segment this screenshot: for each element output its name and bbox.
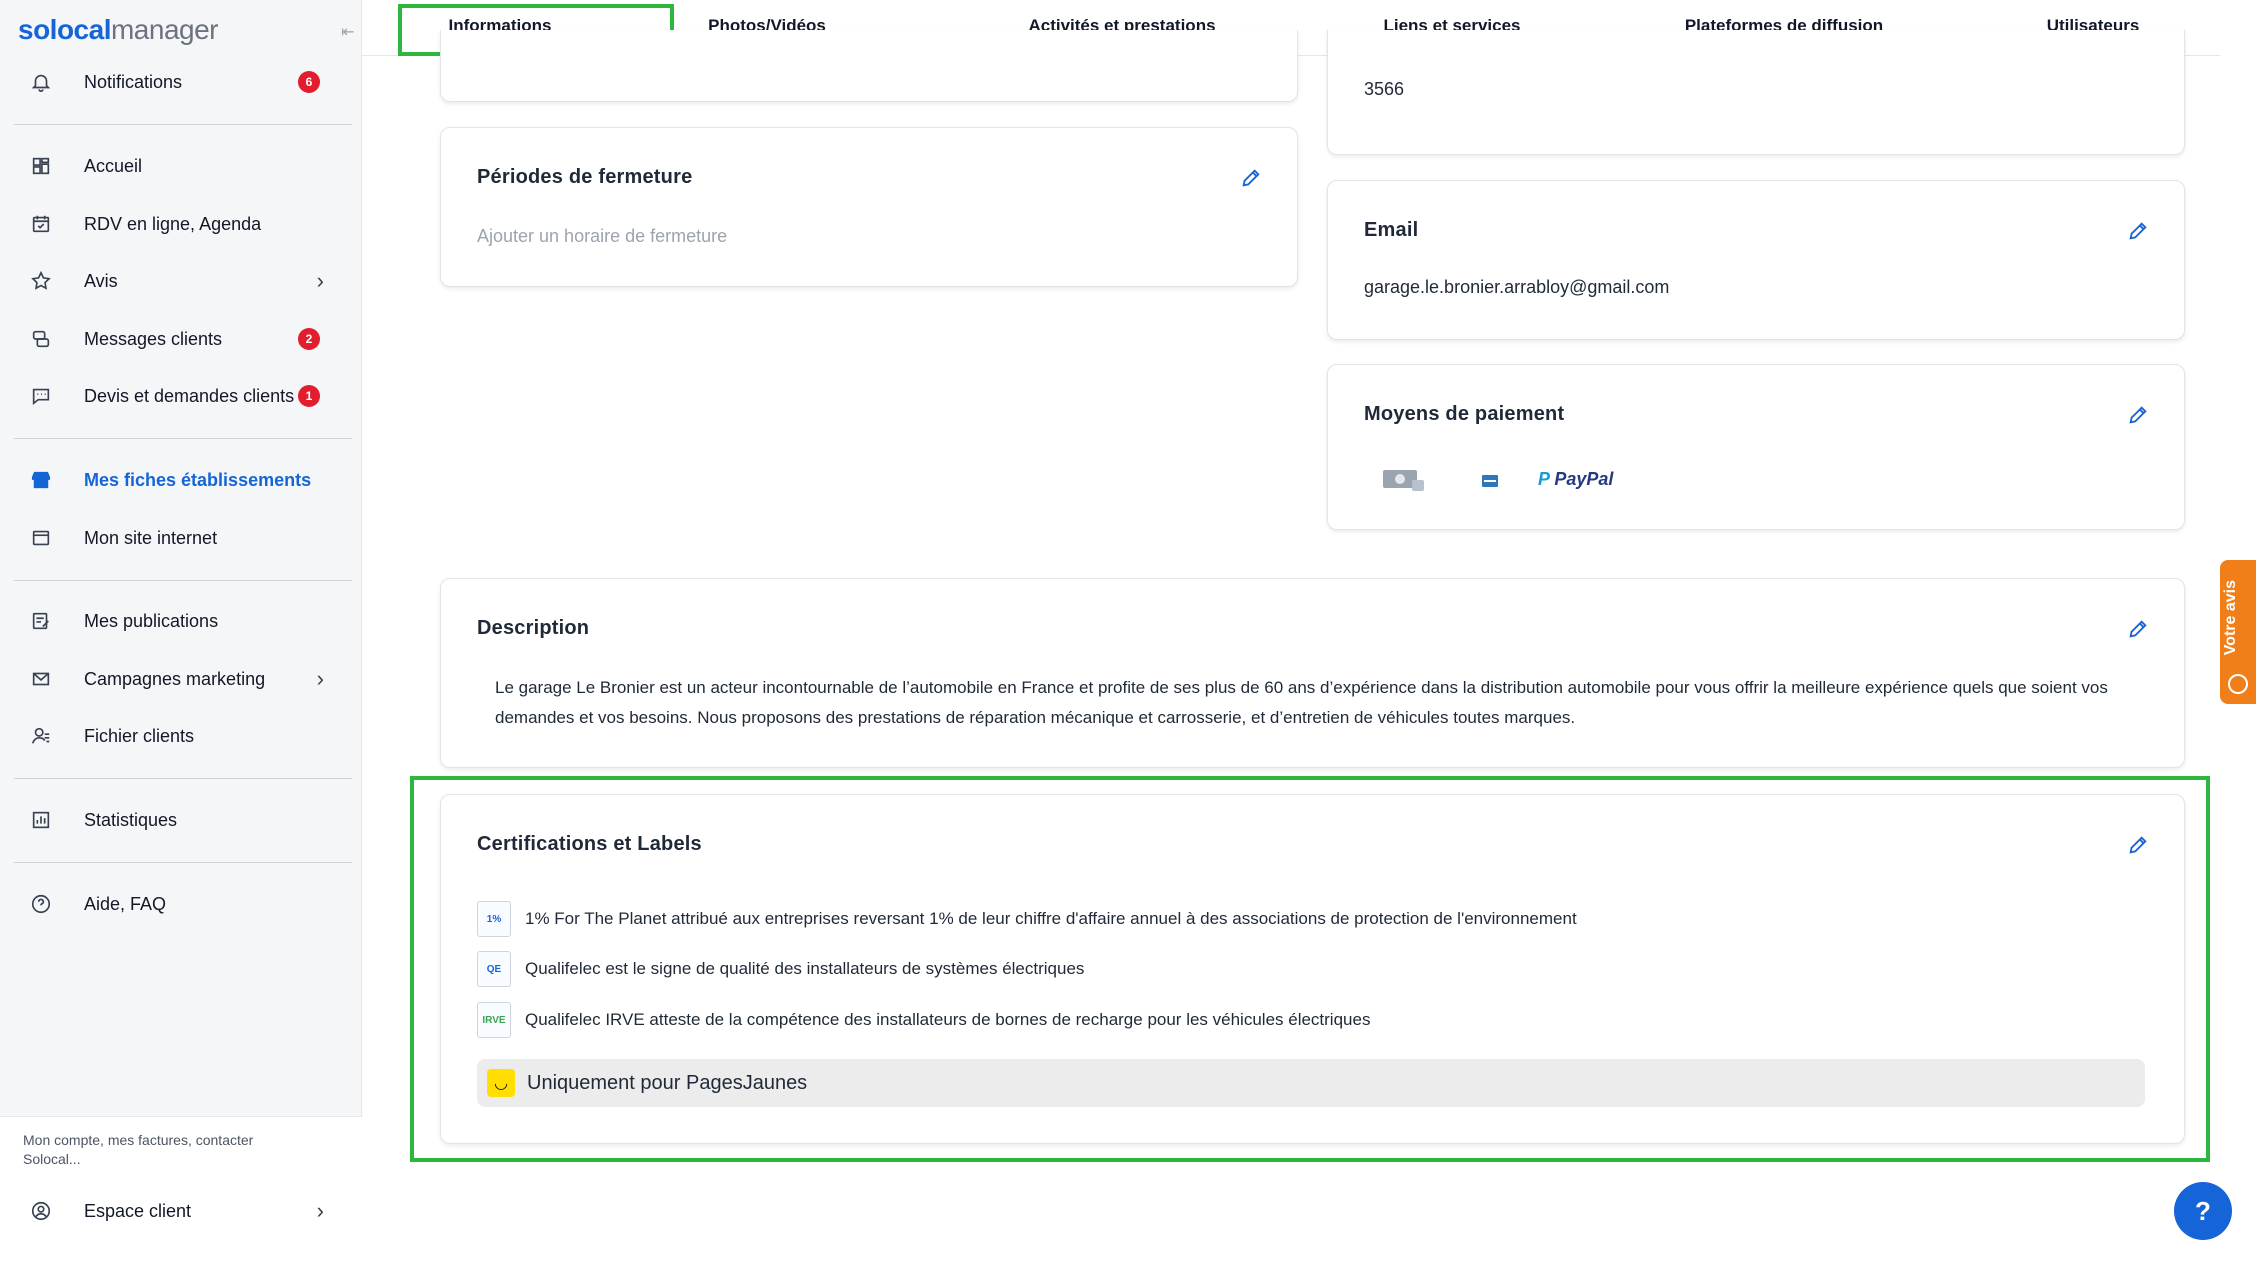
card-title: Certifications et Labels — [477, 833, 702, 855]
payment-methods-card: Moyens de paiement P PayPal — [1327, 364, 2185, 530]
sidebar-item-publications[interactable]: Mes publications — [14, 597, 352, 645]
sidebar-item-statistiques[interactable]: Statistiques — [14, 796, 352, 844]
sidebar-item-label: Mes publications — [84, 610, 219, 631]
pagesjaunes-smiley-icon: ◡ — [487, 1069, 515, 1097]
edit-pencil-icon[interactable] — [2124, 401, 2152, 429]
email-value: garage.le.bronier.arrabloy@gmail.com — [1364, 277, 1670, 297]
sidebar-item-aide[interactable]: Aide, FAQ — [14, 880, 352, 928]
partial-card-right: 3566 — [1327, 30, 2185, 155]
sidebar-item-label: Notifications — [84, 71, 183, 92]
user-circle-icon — [28, 1198, 54, 1224]
sidebar-item-rdv[interactable]: RDV en ligne, Agenda — [14, 200, 352, 248]
sidebar-item-site[interactable]: Mon site internet — [14, 514, 352, 562]
description-card: Description Le garage Le Bronier est un … — [440, 578, 2185, 768]
amex-icon — [1482, 475, 1498, 487]
sidebar-item-label: Aide, FAQ — [84, 893, 167, 914]
sidebar-item-label: Avis — [84, 270, 118, 291]
sidebar-item-label: Fichier clients — [84, 725, 195, 746]
devis-count-badge: 1 — [298, 385, 320, 407]
notification-count-badge: 6 — [298, 71, 320, 93]
card-title: Moyens de paiement — [1364, 403, 1565, 425]
star-icon — [28, 268, 54, 294]
closure-periods-card: Périodes de fermeture Ajouter un horaire… — [440, 127, 1298, 287]
sidebar-item-accueil[interactable]: Accueil — [14, 142, 352, 190]
sidebar-item-fiches[interactable]: Mes fiches établissements — [14, 456, 352, 504]
description-text: Le garage Le Bronier est un acteur incon… — [495, 678, 2108, 727]
card-title: Périodes de fermeture — [477, 166, 693, 188]
publication-icon — [28, 608, 54, 634]
edit-pencil-icon[interactable] — [2124, 217, 2152, 245]
sidebar-item-devis[interactable]: Devis et demandes clients 1 — [14, 372, 352, 420]
sidebar-item-avis[interactable]: Avis › — [14, 257, 352, 305]
sidebar-item-espace-client[interactable]: Espace client › — [14, 1187, 352, 1235]
certification-text: Qualifelec IRVE atteste de la compétence… — [525, 1010, 1371, 1029]
certification-item: 1% 1% For The Planet attribué aux entrep… — [477, 901, 1577, 937]
store-icon — [28, 467, 54, 493]
sidebar-item-label: Campagnes marketing — [84, 668, 266, 689]
sidebar-item-fichier-clients[interactable]: Fichier clients — [14, 712, 352, 760]
cash-icon — [1383, 470, 1424, 491]
question-chat-icon: ? — [2195, 1195, 2211, 1226]
edit-pencil-icon[interactable] — [1237, 164, 1265, 192]
sidebar-divider — [14, 124, 352, 125]
stats-icon — [28, 807, 54, 833]
messages-count-badge: 2 — [298, 328, 320, 350]
edit-pencil-icon[interactable] — [2124, 831, 2152, 859]
certification-text: 1% For The Planet attribué aux entrepris… — [525, 909, 1577, 928]
sidebar-item-label: Espace client — [84, 1200, 192, 1221]
email-card: Email garage.le.bronier.arrabloy@gmail.c… — [1327, 180, 2185, 340]
sidebar-item-label: Mon site internet — [84, 527, 218, 548]
mail-icon — [28, 666, 54, 692]
chevron-right-icon: › — [316, 1198, 324, 1223]
sidebar-item-messages[interactable]: Messages clients 2 — [14, 315, 352, 363]
one-percent-planet-logo: 1% — [477, 901, 511, 937]
chevron-right-icon: › — [316, 666, 324, 691]
qualifelec-irve-logo: IRVE — [477, 1002, 511, 1038]
sidebar-item-label: Accueil — [84, 155, 143, 176]
phone-value: 3566 — [1364, 79, 1405, 99]
dashboard-icon — [28, 153, 54, 179]
sidebar-divider — [14, 778, 352, 779]
sidebar-item-label: Devis et demandes clients — [84, 385, 295, 406]
bell-icon — [28, 69, 54, 95]
chat-icon — [28, 383, 54, 409]
help-icon — [28, 891, 54, 917]
paypal-logo: P PayPal — [1538, 469, 1614, 489]
browser-icon — [28, 525, 54, 551]
pagesjaunes-only-label: Uniquement pour PagesJaunes — [527, 1071, 808, 1094]
help-chat-button[interactable]: ? — [2174, 1182, 2232, 1240]
edit-pencil-icon[interactable] — [2124, 615, 2152, 643]
sidebar-divider — [14, 580, 352, 581]
calendar-icon — [28, 211, 54, 237]
card-title: Email — [1364, 219, 1419, 241]
feedback-tab[interactable]: Votre avis — [2220, 560, 2256, 704]
chevron-right-icon: › — [316, 268, 324, 293]
account-section: Mon compte, mes factures, contacter Solo… — [0, 1116, 362, 1263]
sidebar-item-notifications[interactable]: Notifications 6 — [14, 58, 352, 106]
certification-item: IRVE Qualifelec IRVE atteste de la compé… — [477, 1002, 1370, 1038]
certification-text: Qualifelec est le signe de qualité des i… — [525, 959, 1085, 978]
sidebar-divider — [14, 438, 352, 439]
certification-item: QE Qualifelec est le signe de qualité de… — [477, 951, 1084, 987]
sidebar-item-label: RDV en ligne, Agenda — [84, 213, 262, 234]
feedback-icon — [2228, 674, 2248, 694]
qualifelec-logo: QE — [477, 951, 511, 987]
sidebar-item-label: Statistiques — [84, 809, 178, 830]
feedback-tab-label: Votre avis — [2222, 580, 2239, 656]
certifications-card: Certifications et Labels 1% 1% For The P… — [440, 794, 2185, 1144]
sidebar-divider — [14, 862, 352, 863]
messages-icon — [28, 326, 54, 352]
users-icon — [28, 723, 54, 749]
pagesjaunes-only-bar: ◡ Uniquement pour PagesJaunes — [477, 1059, 2145, 1107]
sidebar: solocalmanager ⇤ Notifications 6 Accueil… — [0, 0, 362, 1263]
sidebar-item-label: Mes fiches établissements — [84, 469, 312, 490]
sidebar-item-label: Messages clients — [84, 328, 223, 349]
closure-placeholder[interactable]: Ajouter un horaire de fermeture — [477, 226, 727, 247]
partial-card-left — [440, 30, 1298, 102]
card-title: Description — [477, 617, 590, 639]
account-note: Mon compte, mes factures, contacter Solo… — [23, 1132, 254, 1167]
collapse-sidebar-icon[interactable]: ⇤ — [341, 22, 359, 41]
sidebar-item-campagnes[interactable]: Campagnes marketing › — [14, 655, 352, 703]
solocal-logo[interactable]: solocalmanager — [18, 14, 219, 46]
